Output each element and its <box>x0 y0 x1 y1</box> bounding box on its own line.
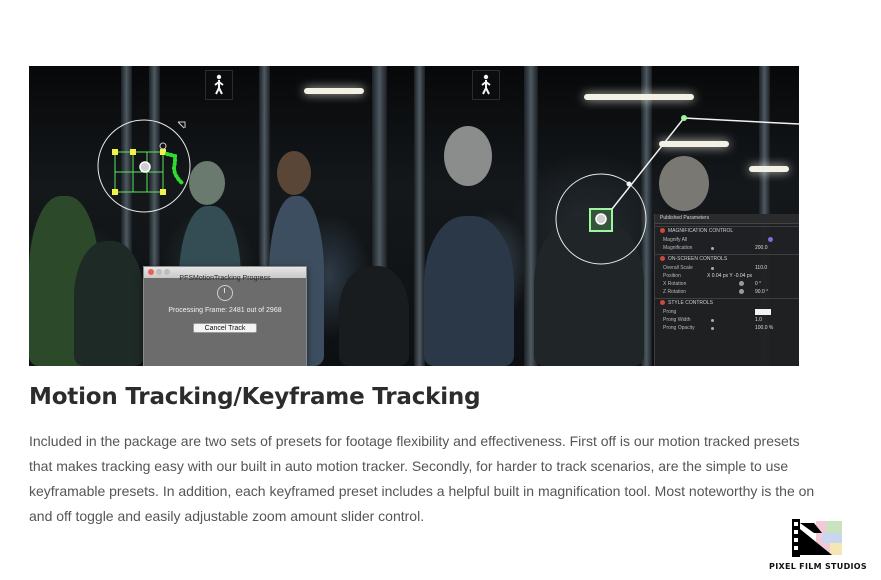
section-toggle-icon[interactable] <box>660 228 665 233</box>
page-title: Motion Tracking/Keyframe Tracking <box>29 384 481 410</box>
param-row: X Rotation 0 ° <box>663 281 762 287</box>
progress-dialog: PFSMotionTracking Progress Processing Fr… <box>143 266 307 366</box>
param-row: Prong Opacity 100.0 % <box>663 325 774 331</box>
param-row: Overall Scale 110.0 <box>663 265 768 271</box>
param-row: Prong Width 1.0 <box>663 317 762 323</box>
callout-node <box>681 115 687 121</box>
cancel-track-button[interactable]: Cancel Track <box>193 323 257 333</box>
section-toggle-icon[interactable] <box>660 256 665 261</box>
crowd-figure <box>534 216 644 366</box>
prong-color-swatch[interactable] <box>755 309 771 315</box>
section-magnification[interactable]: MAGNIFICATION CONTROL <box>655 226 799 236</box>
crowd-figure <box>74 241 144 366</box>
callout-line <box>683 117 799 125</box>
crowd-figure <box>339 266 409 366</box>
crowd-figure <box>424 216 514 366</box>
brand-logo[interactable]: PIXEL FILM STUDIOS <box>764 519 872 575</box>
ceiling-light <box>304 88 364 94</box>
scale-slider[interactable] <box>711 267 714 270</box>
walk-signal-icon <box>472 70 500 100</box>
zoom-icon[interactable] <box>164 269 170 275</box>
progress-spinner-icon <box>217 285 233 301</box>
rotate-handle-icon <box>159 142 167 150</box>
prong-opacity-slider[interactable] <box>711 327 714 330</box>
param-row: Prong <box>655 308 799 316</box>
film-clapper-icon <box>792 519 842 557</box>
dialog-titlebar[interactable]: PFSMotionTracking Progress <box>144 267 306 282</box>
param-row: Magnify All <box>655 236 799 244</box>
param-row: Z Rotation 90.0 ° <box>663 289 769 295</box>
magnifier-ring <box>97 119 191 213</box>
section-style[interactable]: STYLE CONTROLS <box>655 298 799 308</box>
motion-path <box>165 152 185 186</box>
cursor-icon <box>177 121 186 129</box>
minimize-icon[interactable] <box>156 269 162 275</box>
ceiling-light <box>659 141 729 147</box>
walk-signal-icon <box>205 70 233 100</box>
crowd-head <box>277 151 311 195</box>
close-icon[interactable] <box>148 269 154 275</box>
processing-status: Processing Frame: 2481 out of 2968 <box>168 307 282 314</box>
ceiling-light <box>584 94 694 100</box>
ceiling-light <box>749 166 789 172</box>
rotation-dial[interactable] <box>739 289 744 294</box>
callout-node <box>626 181 632 187</box>
panel-header: Published Parameters <box>655 214 799 224</box>
magnify-toggle[interactable] <box>768 237 773 242</box>
crowd-head <box>659 156 709 211</box>
feature-description: Included in the package are two sets of … <box>29 433 815 524</box>
magnification-slider[interactable] <box>711 247 714 250</box>
rotation-dial[interactable] <box>739 281 744 286</box>
brand-name: PIXEL FILM STUDIOS <box>769 562 867 571</box>
param-row: Position X 0.04 px Y -0.04 px <box>663 273 753 279</box>
hero-screenshot: PFSMotionTracking Progress Processing Fr… <box>29 66 799 366</box>
crowd-head <box>444 126 492 186</box>
dialog-title: PFSMotionTracking Progress <box>179 275 271 282</box>
param-row: Magnification 200.0 <box>663 245 768 251</box>
section-on-screen[interactable]: ON-SCREEN CONTROLS <box>655 254 799 264</box>
section-toggle-icon[interactable] <box>660 300 665 305</box>
prong-width-slider[interactable] <box>711 319 714 322</box>
crowd-head <box>189 161 225 205</box>
published-parameters-panel: Published Parameters MAGNIFICATION CONTR… <box>654 214 799 366</box>
